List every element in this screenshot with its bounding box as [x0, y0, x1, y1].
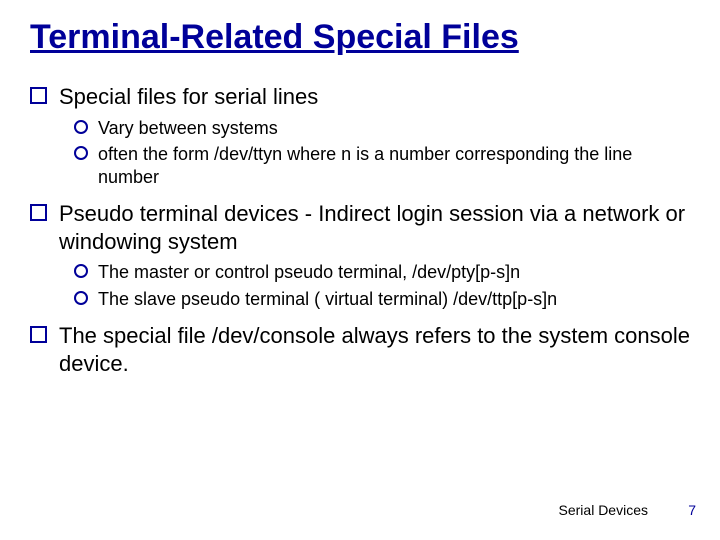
slide: Terminal-Related Special Files Special f…	[0, 0, 720, 540]
square-bullet-icon	[30, 326, 47, 343]
bullet-level2: The master or control pseudo terminal, /…	[74, 259, 690, 284]
subbullet-group: Vary between systems often the form /dev…	[30, 115, 690, 189]
circle-bullet-icon	[74, 264, 88, 278]
subbullet-text: The master or control pseudo terminal, /…	[98, 261, 690, 284]
bullet-level1: Pseudo terminal devices - Indirect login…	[30, 198, 690, 255]
footer-label: Serial Devices	[559, 502, 648, 518]
subbullet-text: often the form /dev/ttyn where n is a nu…	[98, 143, 690, 188]
square-bullet-icon	[30, 204, 47, 221]
slide-content: Special files for serial lines Vary betw…	[30, 81, 690, 377]
subbullet-text: Vary between systems	[98, 117, 690, 140]
bullet-text: Pseudo terminal devices - Indirect login…	[59, 200, 690, 255]
slide-title: Terminal-Related Special Files	[30, 18, 690, 57]
bullet-level2: Vary between systems	[74, 115, 690, 140]
circle-bullet-icon	[74, 146, 88, 160]
bullet-level1: Special files for serial lines	[30, 81, 690, 111]
subbullet-text: The slave pseudo terminal ( virtual term…	[98, 288, 690, 311]
bullet-text: Special files for serial lines	[59, 83, 690, 111]
bullet-level1: The special file /dev/console always ref…	[30, 320, 690, 377]
bullet-level2: The slave pseudo terminal ( virtual term…	[74, 286, 690, 311]
circle-bullet-icon	[74, 120, 88, 134]
bullet-level2: often the form /dev/ttyn where n is a nu…	[74, 141, 690, 188]
square-bullet-icon	[30, 87, 47, 104]
page-number: 7	[688, 502, 696, 518]
bullet-text: The special file /dev/console always ref…	[59, 322, 690, 377]
circle-bullet-icon	[74, 291, 88, 305]
subbullet-group: The master or control pseudo terminal, /…	[30, 259, 690, 310]
